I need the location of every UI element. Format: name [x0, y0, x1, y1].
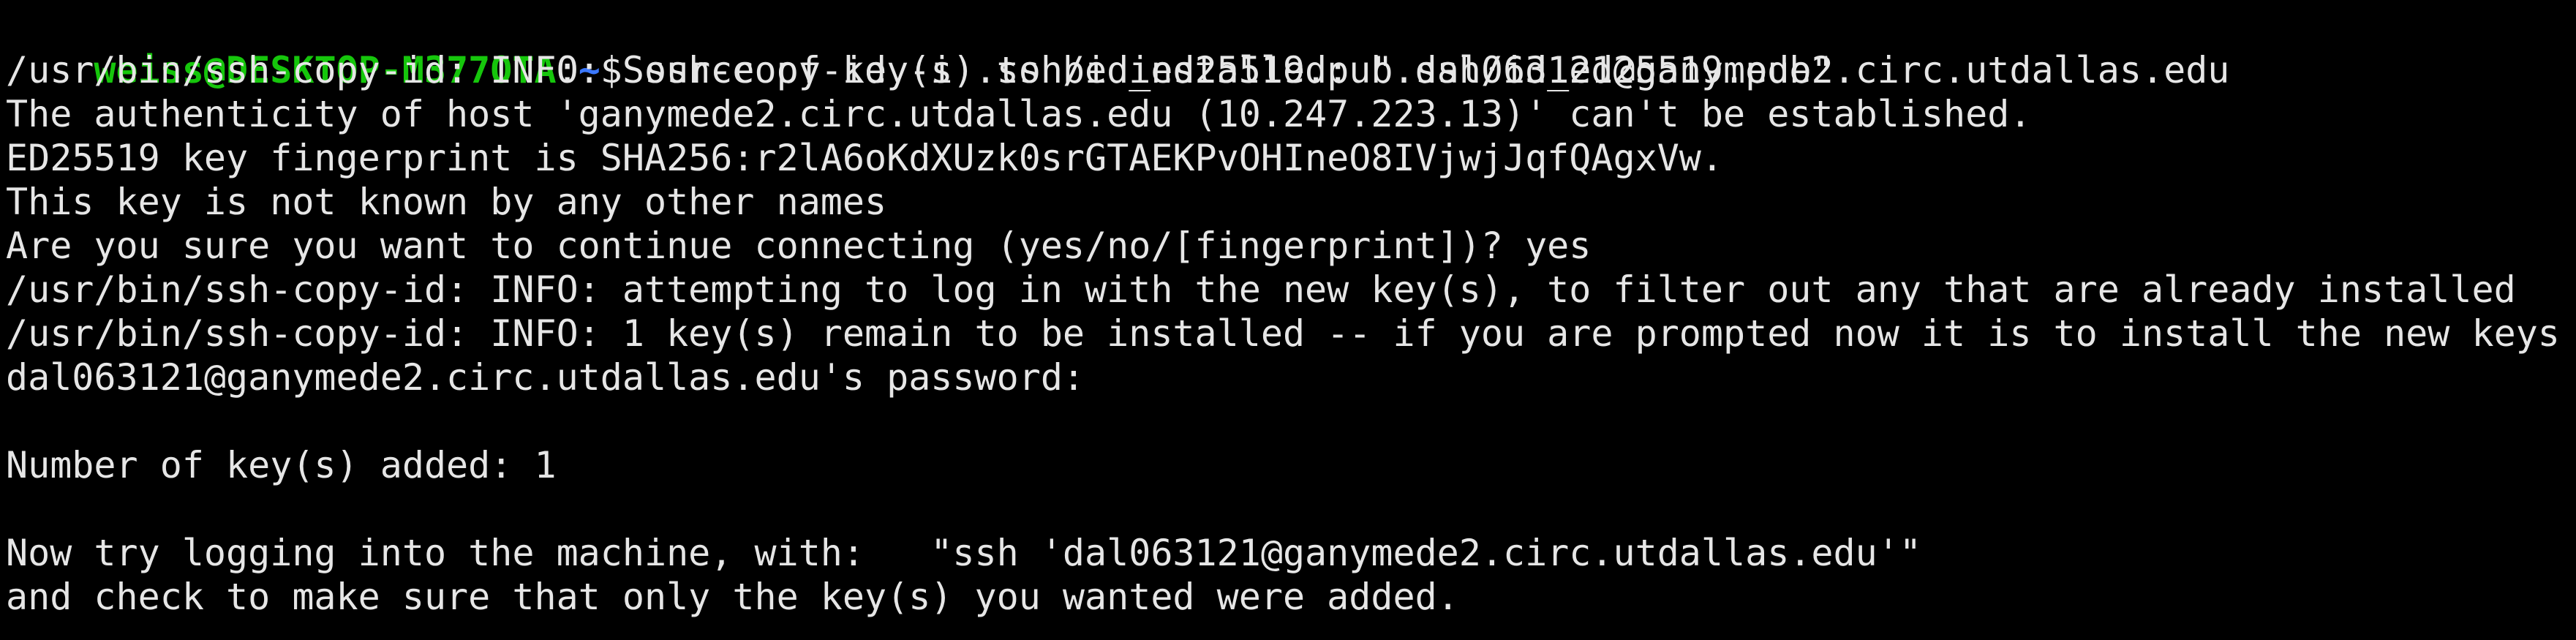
terminal-window[interactable]: weiss@DESKTOP-M377OTA:~$ ssh-copy-id -i … [6, 4, 2573, 637]
output-line: and check to make sure that only the key… [6, 576, 1459, 618]
output-line: /usr/bin/ssh-copy-id: INFO: attempting t… [6, 268, 2516, 311]
output-line: Are you sure you want to continue connec… [6, 225, 1592, 267]
output-line: /usr/bin/ssh-copy-id: INFO: 1 key(s) rem… [6, 312, 2560, 355]
output-line: The authenticity of host 'ganymede2.circ… [6, 93, 2032, 135]
command-prompt-line: weiss@DESKTOP-M377OTA:~$ ssh-copy-id -i … [6, 4, 2573, 91]
password-prompt-line: dal063121@ganymede2.circ.utdallas.edu's … [6, 356, 1085, 399]
output-line: Number of key(s) added: 1 [6, 444, 557, 486]
output-line: Now try logging into the machine, with: … [6, 532, 1921, 574]
output-line: ED25519 key fingerprint is SHA256:r2lA6o… [6, 137, 1723, 179]
output-line: This key is not known by any other names [6, 181, 887, 223]
